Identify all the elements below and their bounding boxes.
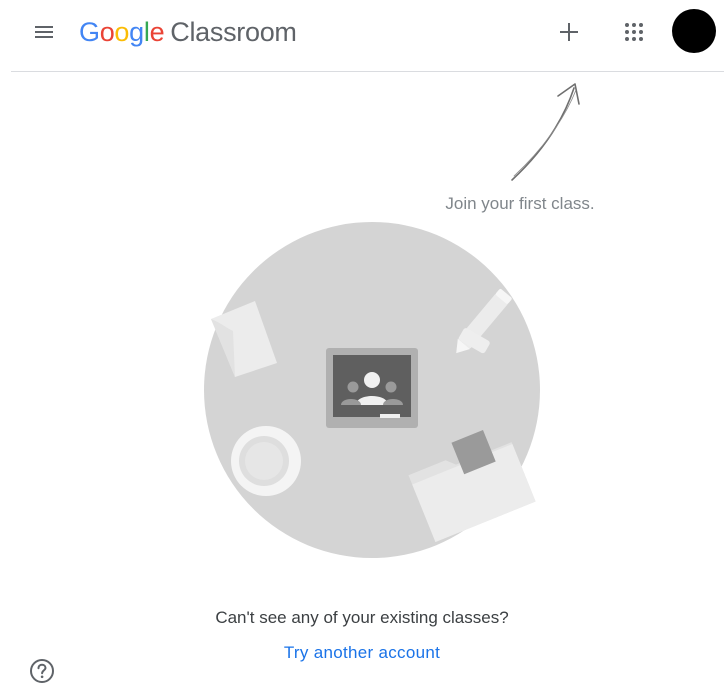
join-first-class-hint: Join your first class. [445,194,595,213]
create-or-join-class-button[interactable] [551,14,587,50]
logo-letter-o2: o [114,16,130,47]
logo-letter-g: G [79,16,100,47]
hand-drawn-arrow-icon [511,83,580,181]
help-button[interactable] [29,658,55,684]
hamburger-menu-icon [35,26,53,38]
logo-google-wordmark: Google [79,16,165,48]
try-another-account-link[interactable]: Try another account [284,643,440,662]
try-another-account-row: Try another account [0,643,724,663]
logo-letter-g2: g [129,16,144,47]
apps-grid-icon [625,23,643,41]
app-header: Google Classroom [0,0,724,64]
classroom-page: Google Classroom Join your first class. … [0,0,724,685]
account-avatar[interactable] [672,9,716,53]
logo-letter-o1: o [99,16,115,47]
logo-product-name: Classroom [170,16,297,47]
google-apps-button[interactable] [616,14,652,50]
header-divider [11,71,724,72]
no-classes-message: Can't see any of your existing classes? [215,608,509,627]
empty-state-illustration [204,222,540,558]
logo-letter-e: e [149,16,165,47]
google-classroom-logo[interactable]: Google Classroom [79,14,297,50]
help-circle-icon [30,659,54,683]
main-menu-button[interactable] [26,14,62,50]
plus-icon [560,23,578,41]
